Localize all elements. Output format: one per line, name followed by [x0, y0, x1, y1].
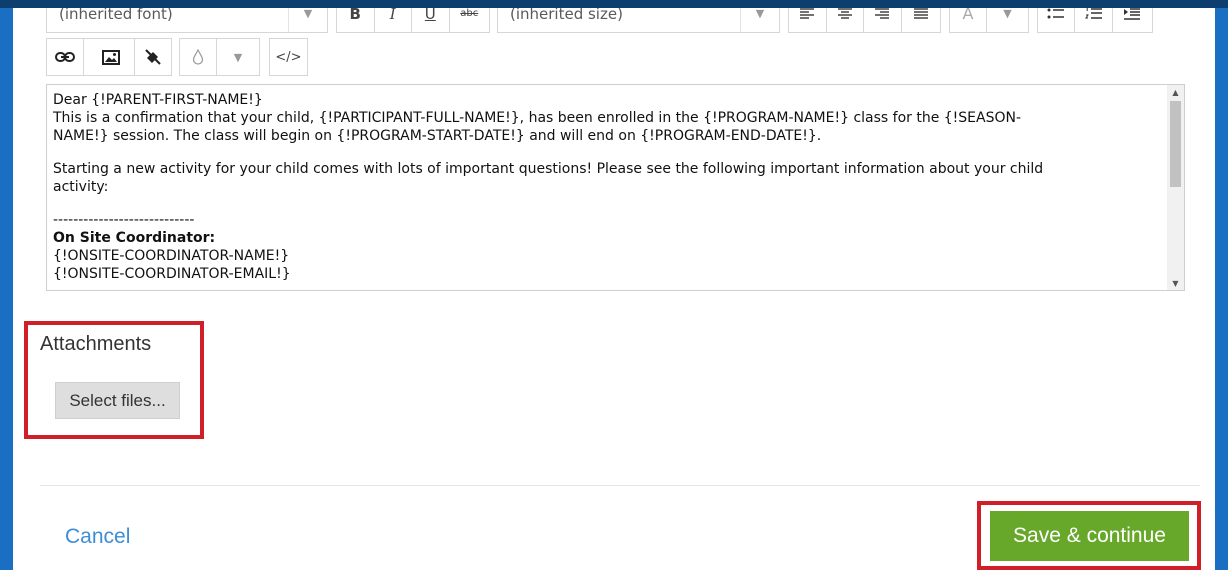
editor-line: {!ONSITE-COORDINATOR-EMAIL!} — [53, 266, 291, 282]
email-body-editor[interactable]: Dear {!PARENT-FIRST-NAME!} This is a con… — [46, 84, 1185, 291]
chevron-down-icon[interactable]: ▼ — [288, 8, 327, 32]
scrollbar-thumb[interactable] — [1170, 101, 1181, 187]
font-size-value: (inherited size) — [510, 8, 623, 23]
footer-divider — [40, 485, 1200, 486]
align-left-icon — [800, 8, 815, 19]
attachments-label: Attachments — [40, 333, 152, 355]
strikethrough-button[interactable]: abc — [450, 8, 489, 32]
background-color-button[interactable] — [180, 39, 218, 75]
bold-icon: B — [349, 8, 361, 23]
chevron-down-icon[interactable]: ▼ — [740, 8, 779, 32]
view-html-button[interactable]: </> — [269, 38, 308, 76]
scroll-up-arrow-icon[interactable]: ▲ — [1167, 85, 1184, 99]
alignment-group — [788, 8, 941, 33]
insert-link-button[interactable] — [47, 39, 85, 75]
text-style-group: B I U abc — [336, 8, 490, 33]
cancel-link[interactable]: Cancel — [65, 525, 130, 549]
editor-line: Dear {!PARENT-FIRST-NAME!} — [53, 92, 263, 108]
bullet-list-button[interactable] — [1038, 8, 1076, 32]
editor-content[interactable]: Dear {!PARENT-FIRST-NAME!} This is a con… — [53, 91, 1163, 283]
editor-line: Starting a new activity for your child c… — [53, 161, 1044, 177]
droplet-icon — [192, 49, 204, 65]
email-editor-panel: (inherited font) ▼ B I U abc (inherited … — [13, 8, 1215, 570]
editor-scrollbar[interactable]: ▲ ▼ — [1167, 85, 1184, 290]
list-group — [1037, 8, 1153, 33]
editor-line: ---------------------------- — [53, 212, 195, 228]
scroll-down-arrow-icon[interactable]: ▼ — [1167, 276, 1184, 290]
align-justify-button[interactable] — [902, 8, 940, 32]
editor-line: activity: — [53, 179, 109, 195]
numbered-list-icon — [1084, 8, 1102, 19]
align-right-button[interactable] — [864, 8, 902, 32]
bullet-list-icon — [1047, 8, 1065, 18]
bold-button[interactable]: B — [337, 8, 375, 32]
strikethrough-icon: abc — [460, 8, 479, 19]
indent-icon — [1124, 8, 1141, 20]
align-center-button[interactable] — [827, 8, 864, 32]
save-and-continue-button[interactable]: Save & continue — [990, 511, 1189, 561]
editor-line: This is a confirmation that your child, … — [53, 110, 1022, 126]
editor-line: {!ONSITE-COORDINATOR-NAME!} — [53, 248, 290, 264]
indent-button[interactable] — [1113, 8, 1152, 32]
font-family-value: (inherited font) — [59, 8, 173, 23]
underline-button[interactable]: U — [412, 8, 450, 32]
select-files-button[interactable]: Select files... — [55, 382, 180, 419]
numbered-list-button[interactable] — [1075, 8, 1113, 32]
window-top-bar — [0, 0, 1228, 8]
link-icon — [55, 52, 76, 62]
clear-formatting-button[interactable] — [134, 38, 172, 76]
italic-button[interactable]: I — [375, 8, 413, 32]
clear-formatting-icon — [145, 49, 161, 65]
underline-icon: U — [424, 8, 436, 23]
background-color-picker: ▼ — [179, 38, 260, 76]
font-color-picker: A ▼ — [949, 8, 1029, 33]
image-icon — [102, 49, 121, 65]
font-color-button[interactable]: A — [950, 8, 988, 32]
align-justify-icon — [913, 8, 928, 19]
align-left-button[interactable] — [789, 8, 827, 32]
insert-group — [46, 38, 139, 76]
italic-icon: I — [389, 8, 396, 23]
font-color-icon: A — [962, 8, 974, 23]
font-size-select[interactable]: (inherited size) ▼ — [497, 8, 780, 33]
font-family-select[interactable]: (inherited font) ▼ — [46, 8, 328, 33]
chevron-down-icon[interactable]: ▼ — [987, 8, 1028, 32]
editor-line: NAME!} session. The class will begin on … — [53, 128, 822, 144]
code-icon: </> — [275, 49, 302, 65]
insert-image-button[interactable] — [84, 39, 138, 75]
chevron-down-icon[interactable]: ▼ — [217, 39, 259, 75]
editor-line-bold: On Site Coordinator: — [53, 230, 216, 246]
align-center-icon — [837, 8, 852, 19]
align-right-icon — [875, 8, 890, 19]
